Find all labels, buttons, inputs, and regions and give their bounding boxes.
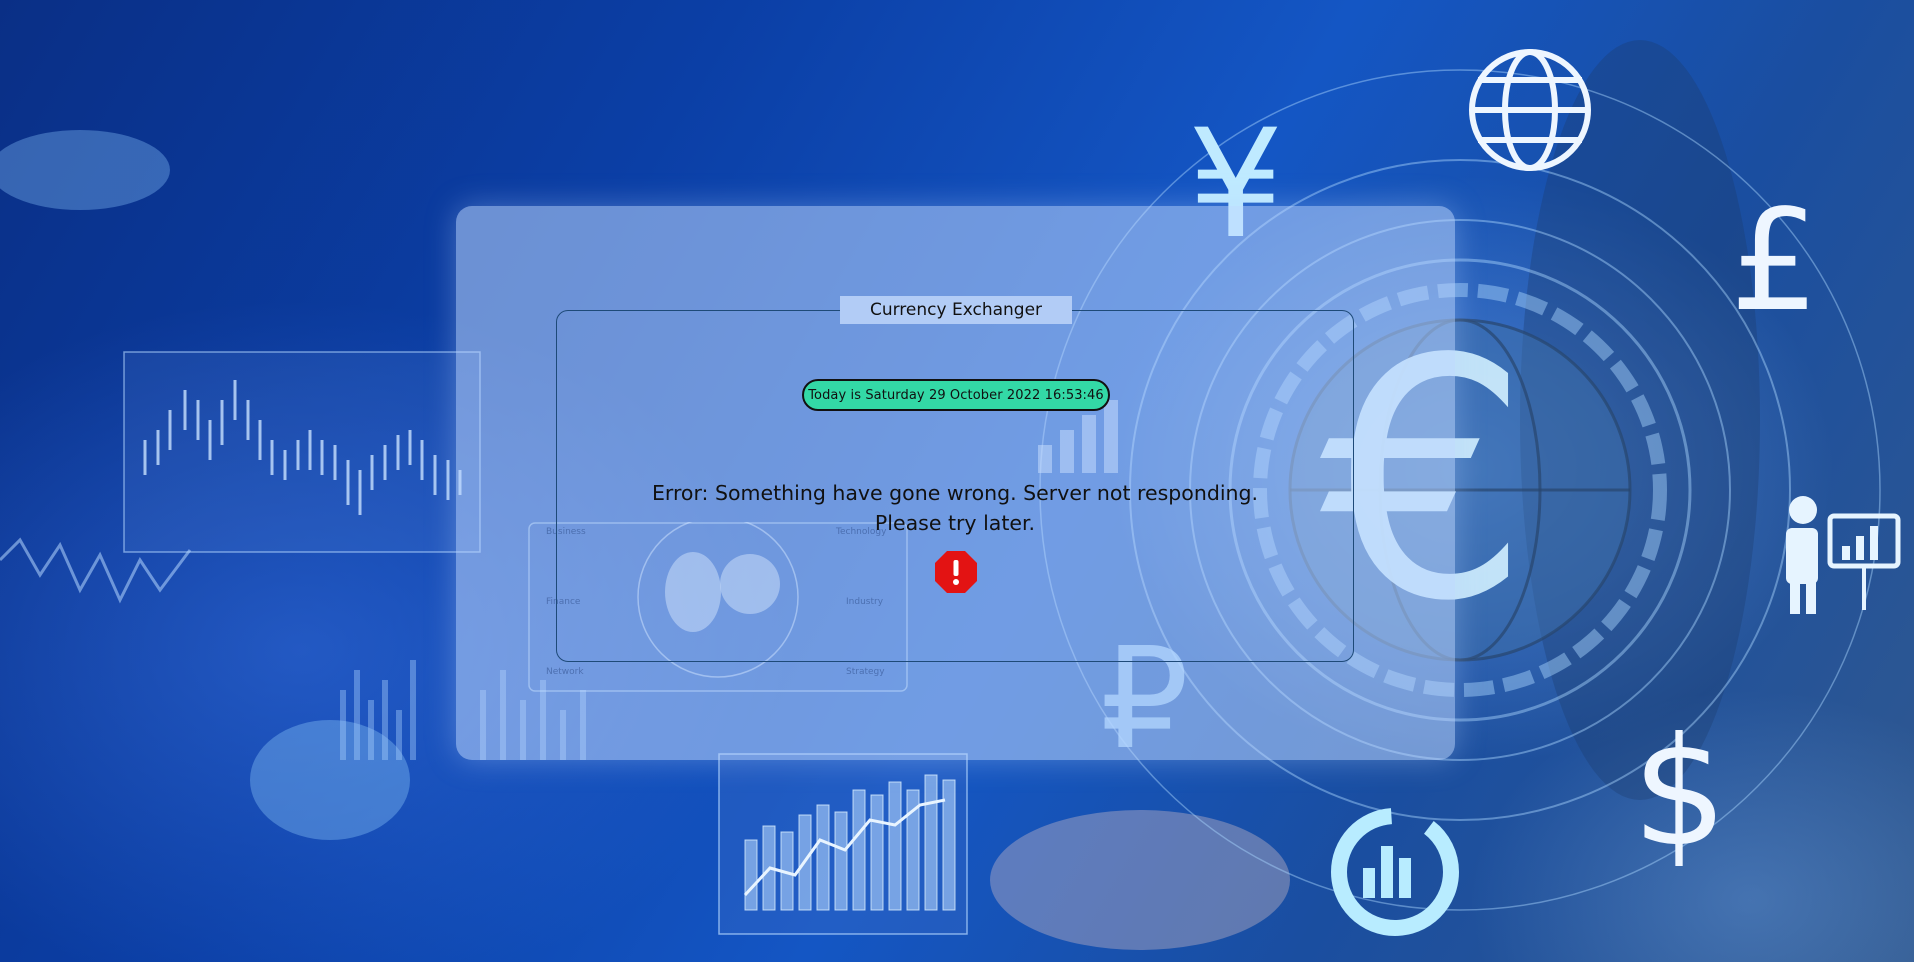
globe-decoration xyxy=(1469,49,1591,171)
pound-symbol-decoration: £ xyxy=(1730,180,1820,343)
error-message-line-2: Please try later. xyxy=(874,511,1036,535)
donut-chart-decoration xyxy=(1331,808,1459,936)
candlestick-chart-decoration xyxy=(123,351,481,553)
dollar-symbol-decoration: $ xyxy=(1632,706,1728,880)
growth-chart-decoration xyxy=(718,753,968,935)
svg-text:Network: Network xyxy=(546,667,584,677)
fieldset-legend-title: Currency Exchanger xyxy=(840,296,1072,324)
error-octagon-icon xyxy=(935,551,977,593)
current-date-badge: Today is Saturday 29 October 2022 16:53:… xyxy=(802,379,1110,411)
presenter-decoration xyxy=(1786,496,1901,614)
error-message: Error: Something have gone wrong. Server… xyxy=(556,478,1354,538)
error-message-line-1: Error: Something have gone wrong. Server… xyxy=(651,481,1259,505)
svg-text:Strategy: Strategy xyxy=(846,667,885,677)
